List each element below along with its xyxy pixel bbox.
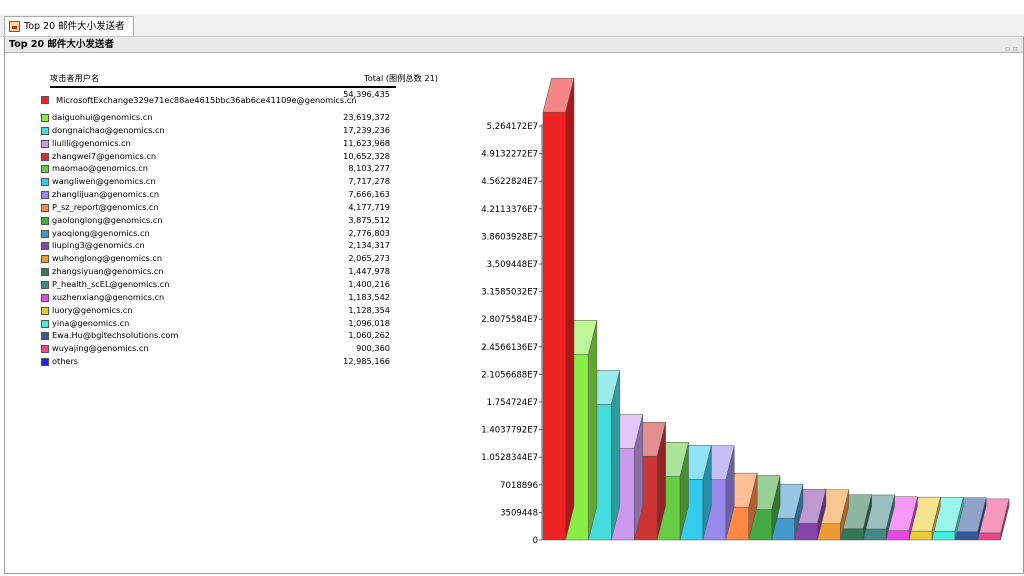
- bar-front: [909, 530, 933, 541]
- bar-front: [932, 531, 956, 541]
- y-tick-label: 3.509448E7: [487, 260, 538, 270]
- y-tick-label: 1.4037792E7: [481, 426, 538, 436]
- bar-front: [977, 532, 1001, 541]
- bar-front: [840, 528, 864, 541]
- bar-front: [886, 530, 910, 541]
- y-tick-label: 2.4566136E7: [481, 343, 538, 353]
- y-tick-label: 1.754724E7: [487, 398, 538, 408]
- bars: [542, 77, 1010, 541]
- y-axis: 0 3509448 7018896 1.0528344E7 1.4037792E7 1.7…: [481, 122, 543, 546]
- bar[interactable]: [542, 77, 575, 541]
- y-tick-label: 2.1056688E7: [481, 370, 538, 380]
- y-tick-label: 4.9132272E7: [481, 150, 538, 160]
- y-tick-label: 1.0528344E7: [481, 453, 538, 463]
- bar-side: [565, 78, 575, 541]
- y-tick-label: 3509448: [500, 508, 538, 518]
- y-tick-label: 3.1585032E7: [481, 288, 538, 298]
- y-tick-label: 3.8603928E7: [481, 232, 538, 242]
- y-tick-label: 2.8075584E7: [481, 315, 538, 325]
- y-tick-label: 4.2113376E7: [481, 205, 538, 215]
- y-tick-label: 7018896: [500, 481, 538, 491]
- bar-front: [817, 523, 841, 541]
- bar-front: [542, 111, 566, 541]
- bar-front: [863, 528, 887, 541]
- y-tick-label: 0: [533, 536, 538, 546]
- bar-front: [954, 531, 978, 541]
- bar-side: [588, 320, 598, 541]
- bar-chart: 0 3509448 7018896 1.0528344E7 1.4037792E7 1.7…: [481, 77, 1010, 546]
- y-tick-label: 5.264172E7: [487, 122, 538, 132]
- y-tick-label: 4.5622824E7: [481, 177, 538, 187]
